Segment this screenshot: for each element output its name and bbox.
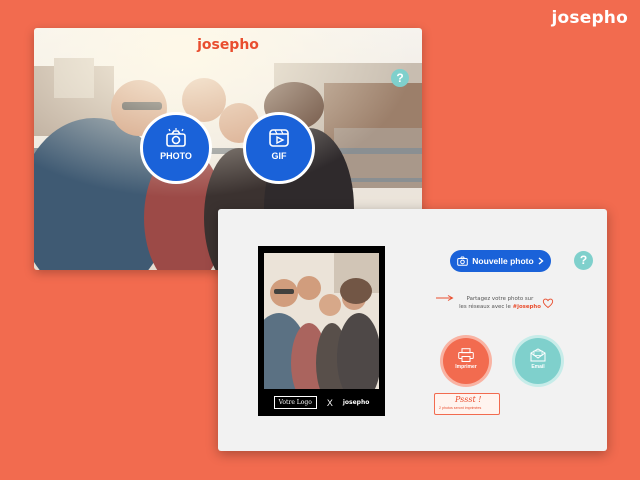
app-logo: josepho — [197, 37, 259, 53]
gif-play-icon — [269, 129, 289, 147]
print-button[interactable]: Imprimer — [443, 338, 489, 384]
print-label: Imprimer — [455, 364, 477, 370]
share-line1: Partagez votre photo sur — [466, 296, 534, 302]
chevron-right-icon — [538, 257, 544, 265]
print-info-badge: Pssst ! 2 photos seront imprimées — [434, 393, 500, 415]
gif-button[interactable]: GIF — [243, 112, 315, 184]
share-hashtag: #josepho — [512, 304, 541, 310]
photo-button[interactable]: PHOTO — [140, 112, 212, 184]
heart-icon — [542, 298, 554, 309]
share-message: Partagez votre photo sur les réseaux ave… — [455, 295, 545, 311]
arrow-icon — [436, 295, 454, 301]
badge-title: Pssst ! — [455, 395, 482, 404]
print-preview: Votre Logo X josepho — [258, 246, 385, 416]
new-photo-button[interactable]: Nouvelle photo — [450, 250, 551, 272]
custom-logo-placeholder: Votre Logo — [273, 396, 317, 409]
email-button[interactable]: Email — [515, 338, 561, 384]
badge-note: 2 photos seront imprimées — [439, 406, 482, 410]
camera-icon — [166, 128, 186, 147]
frame-footer: Votre Logo X josepho — [258, 389, 385, 416]
frame-brand: josepho — [342, 399, 370, 406]
new-photo-label: Nouvelle photo — [472, 256, 534, 266]
email-label: Email — [531, 364, 545, 370]
frame-separator: X — [326, 397, 333, 408]
photo-button-label: PHOTO — [160, 151, 192, 161]
envelope-icon — [530, 348, 546, 362]
printer-icon — [458, 348, 474, 362]
gif-button-label: GIF — [271, 151, 287, 161]
result-screen: Votre Logo X josepho Nouvelle photo ? Pa… — [218, 209, 607, 451]
preview-photo — [264, 253, 379, 389]
share-line2: les réseaux avec le — [459, 304, 511, 310]
camera-refresh-icon — [457, 256, 469, 266]
brand-logo: josepho — [551, 8, 628, 28]
help-button-result[interactable]: ? — [574, 251, 593, 270]
help-button[interactable]: ? — [391, 69, 409, 87]
